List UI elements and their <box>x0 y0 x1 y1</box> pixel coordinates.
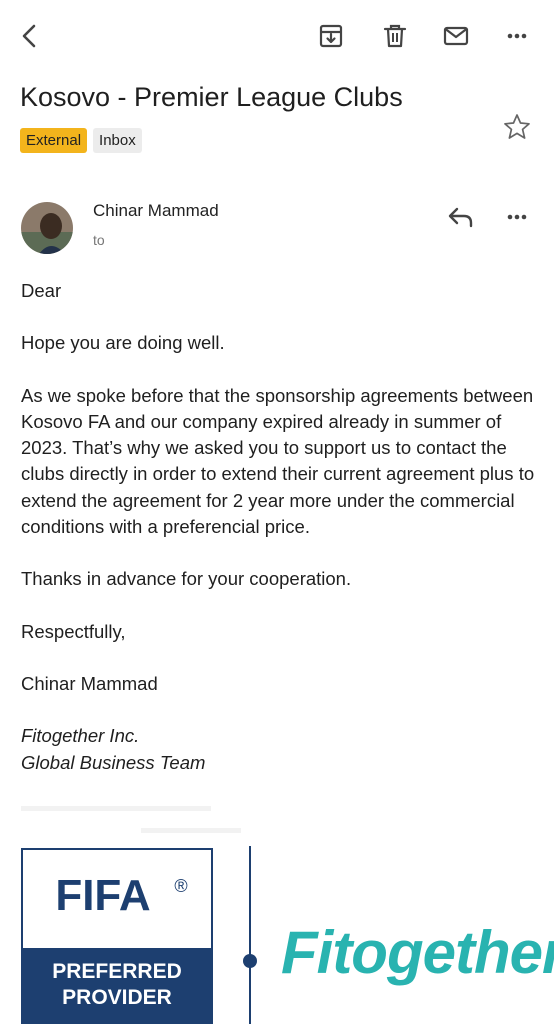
greeting: Dear <box>21 280 62 301</box>
preferred-text: PREFERRED <box>52 960 182 983</box>
closing: Respectfully, <box>21 620 126 642</box>
email-subject: Kosovo - Premier League Clubs <box>20 82 403 112</box>
recipient-line[interactable]: to <box>93 232 105 248</box>
back-arrow-icon <box>22 24 36 48</box>
email-body: Dear Hope you are doing well. As we spok… <box>21 278 536 776</box>
body-paragraph-1: Hope you are doing well. <box>21 332 225 354</box>
fitogether-logo: Fitogether <box>281 919 554 986</box>
sender-avatar[interactable] <box>21 202 73 254</box>
label-inbox[interactable]: Inbox <box>93 128 142 153</box>
signature-team: Global Business Team <box>21 751 206 773</box>
logo-divider-dot <box>243 954 257 968</box>
signature-name: Chinar Mammad <box>21 672 158 694</box>
more-button[interactable] <box>499 18 535 54</box>
logo-divider-line <box>249 846 251 1024</box>
trash-icon <box>383 24 407 48</box>
reply-icon[interactable] <box>444 200 478 234</box>
more-horizontal-icon <box>507 33 527 39</box>
fifa-text: FIFA <box>55 871 150 920</box>
label-list: External Inbox <box>20 128 142 153</box>
provider-text: PROVIDER <box>62 986 172 1009</box>
body-paragraph-3: Thanks in advance for your cooperation. <box>21 568 352 590</box>
signature-company: Fitogether Inc. <box>21 725 140 747</box>
sender-name[interactable]: Chinar Mammad <box>93 201 219 221</box>
fifa-registered-mark: ® <box>174 876 187 896</box>
body-paragraph-2: As we spoke before that the sponsorship … <box>21 384 535 538</box>
redacted-contact <box>21 800 241 840</box>
star-icon[interactable] <box>502 112 532 142</box>
archive-button[interactable] <box>313 18 349 54</box>
message-more-icon[interactable] <box>500 200 534 234</box>
mark-unread-button[interactable] <box>438 18 474 54</box>
back-button[interactable] <box>12 18 48 54</box>
mail-icon <box>443 26 469 46</box>
toolbar <box>0 0 554 76</box>
fifa-preferred-provider-logo: FIFA ® PREFERRED PROVIDER <box>21 848 213 1024</box>
label-external[interactable]: External <box>20 128 88 153</box>
delete-button[interactable] <box>377 18 413 54</box>
archive-icon <box>319 24 343 48</box>
